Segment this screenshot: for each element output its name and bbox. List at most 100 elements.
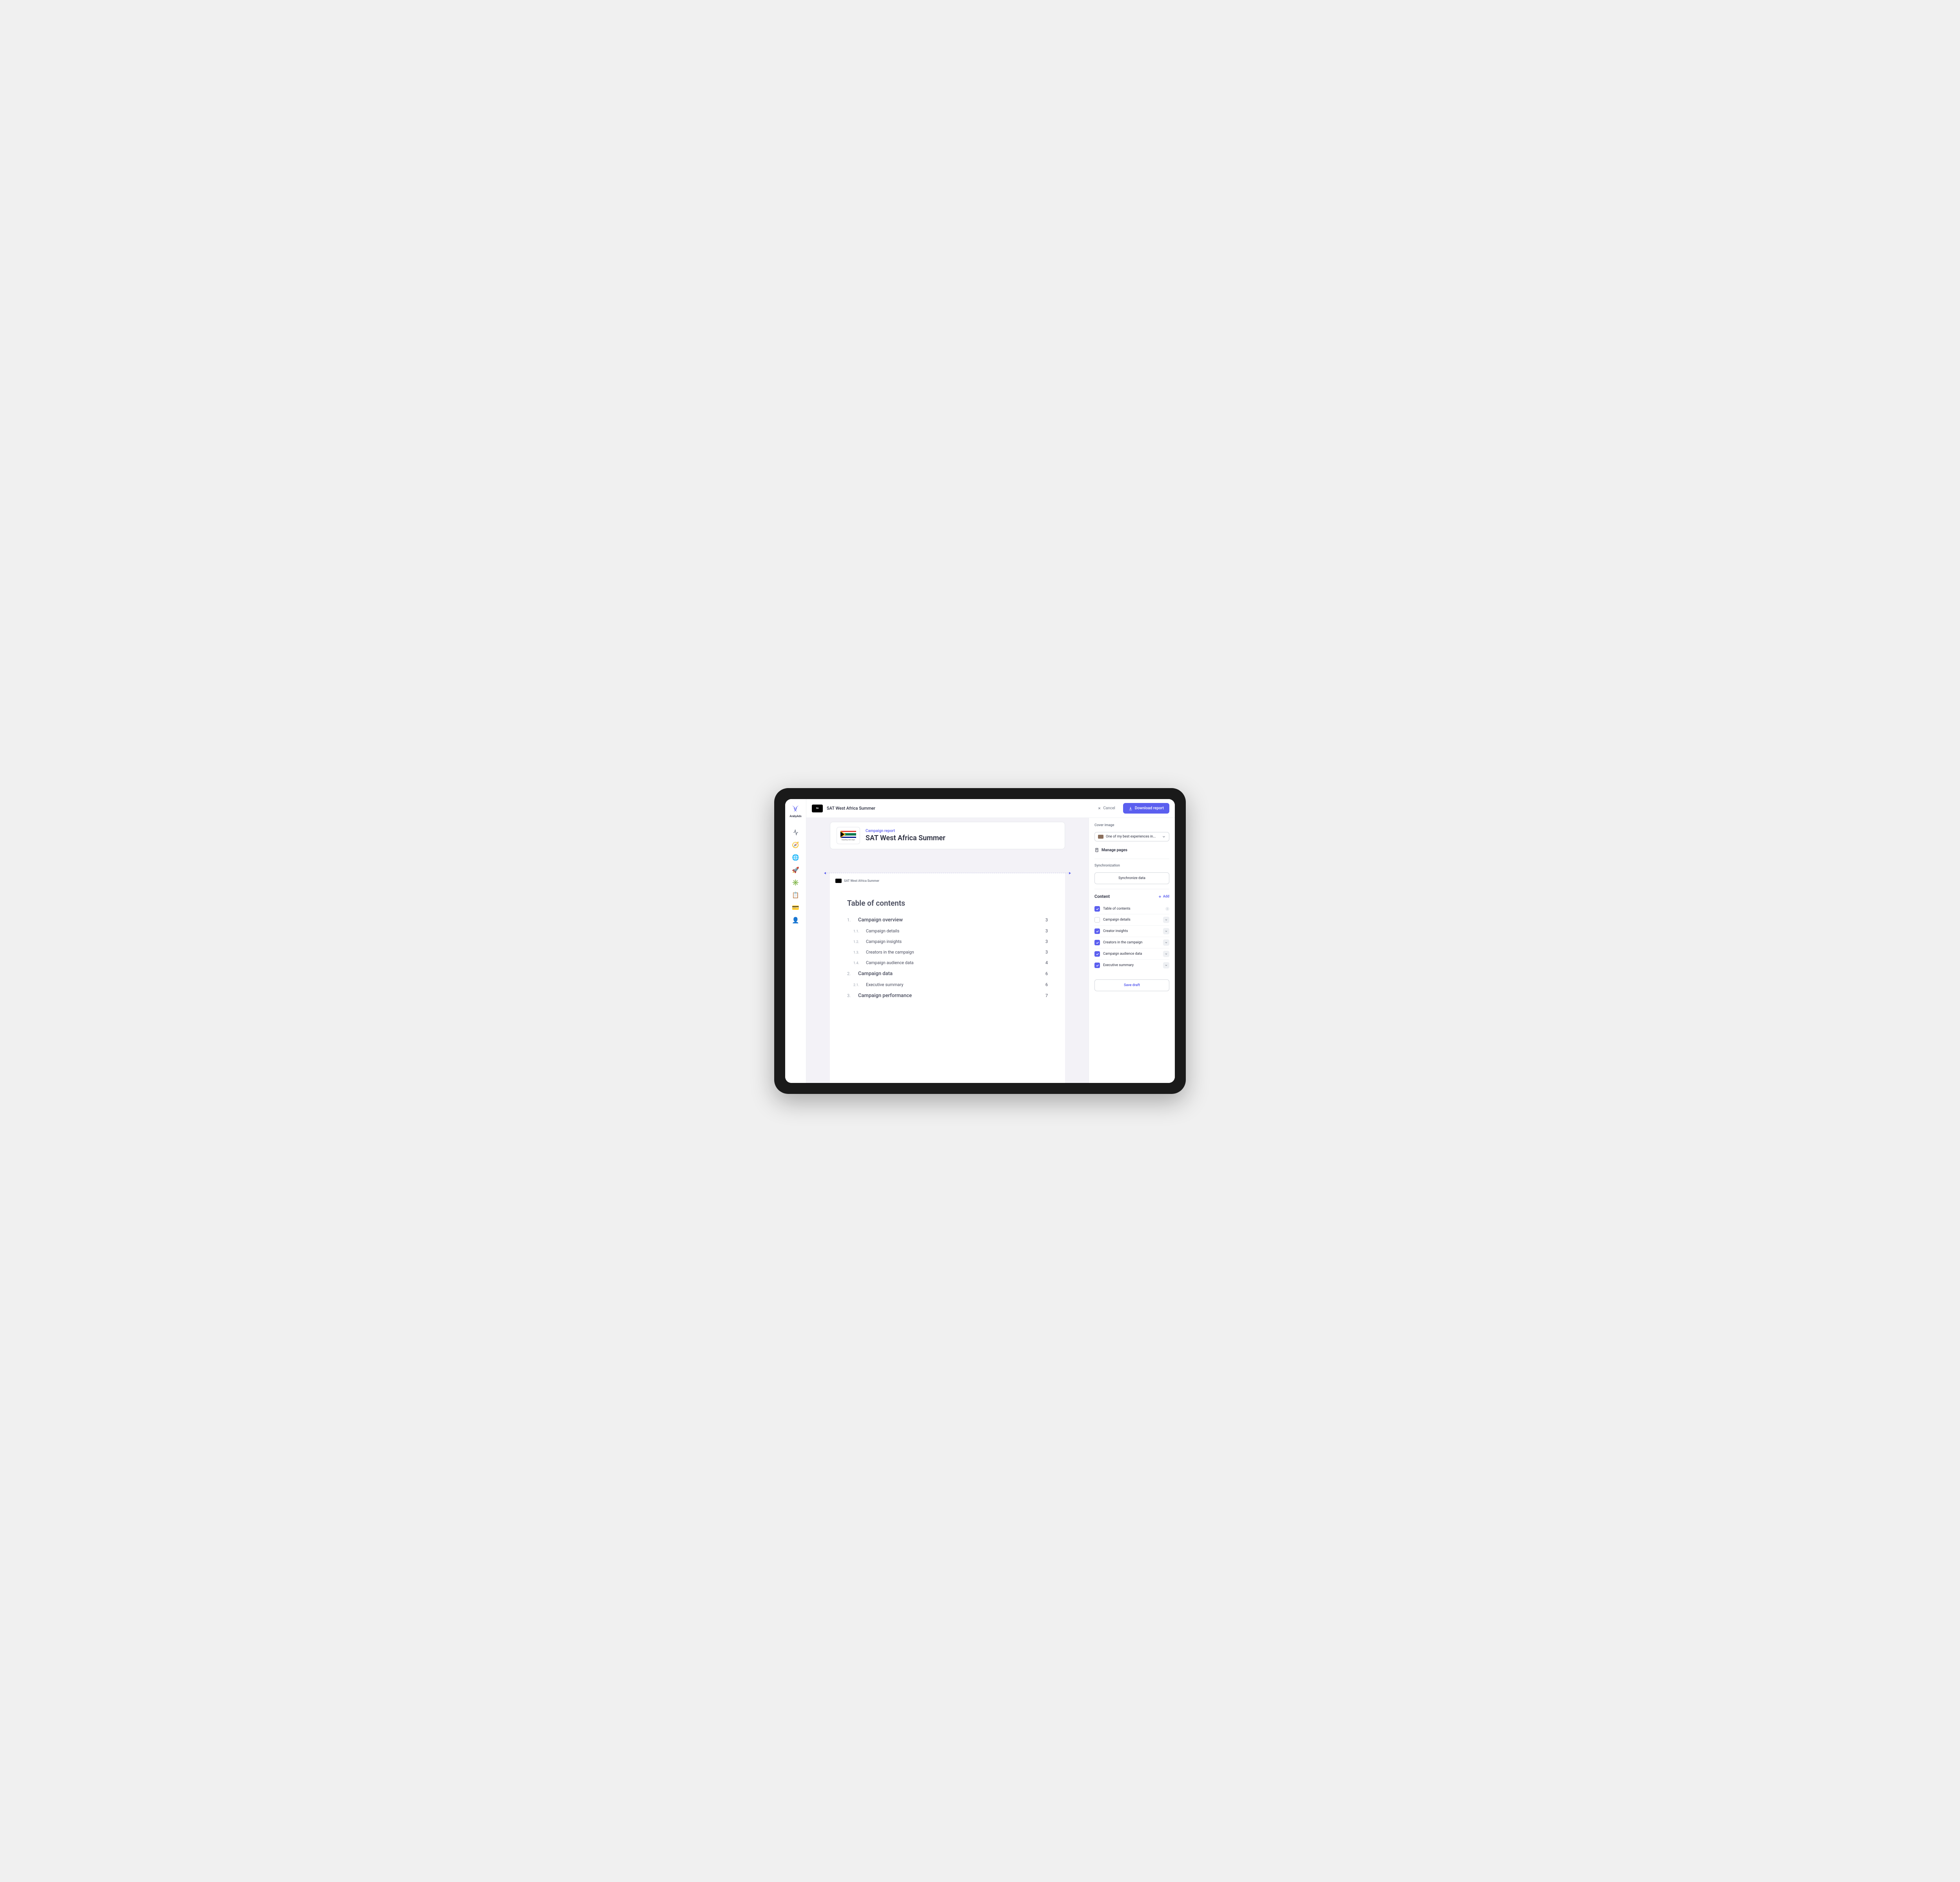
page-preview: SAT West Africa Summer Table of contents…	[830, 873, 1065, 1083]
expand-button[interactable]	[1163, 917, 1169, 923]
toc-number: 2.1.	[853, 983, 862, 987]
toc-page: 7	[1045, 993, 1048, 998]
tablet-screen: ArabyAds 🧭 🌐 🚀 ✳️ 📋 💳 👤 SA SAT West Afri…	[785, 799, 1175, 1083]
campaign-badge: Inspiring new ways	[837, 827, 860, 844]
toc-page: 6	[1045, 982, 1048, 987]
content-item-label: Executive summary	[1103, 963, 1160, 967]
cover-thumb	[1098, 835, 1103, 839]
header-campaign-thumb: SA	[812, 805, 823, 812]
content-item-label: Creator insights	[1103, 929, 1160, 933]
toc-number: 2.	[847, 971, 854, 976]
toc-number: 1.3.	[853, 951, 862, 955]
content-section-header: Content Add	[1094, 894, 1169, 899]
brand-name: ArabyAds	[789, 815, 801, 818]
toc-row[interactable]: 1.Campaign overview3	[847, 917, 1048, 923]
expand-button[interactable]	[1163, 962, 1169, 968]
toc-row[interactable]: 1.2. Campaign insights3	[847, 939, 1048, 944]
nav-compass-icon[interactable]: 🧭	[792, 841, 799, 848]
cover-image-label: Cover image	[1094, 823, 1169, 827]
toc-label: Creators in the campaign	[866, 950, 1042, 955]
toc-row[interactable]: 2.1.Executive summary6	[847, 982, 1048, 987]
content-item-label: Campaign details	[1103, 918, 1160, 922]
add-content-button[interactable]: Add	[1158, 895, 1169, 899]
plus-icon	[1158, 895, 1162, 899]
toc-number: 1.2.	[853, 940, 862, 944]
expand-button[interactable]	[1163, 951, 1169, 957]
download-report-button[interactable]: Download report	[1123, 803, 1169, 814]
nav-card-icon[interactable]: 💳	[792, 904, 799, 911]
page-tag-thumb	[835, 879, 842, 883]
nav-icons: 🧭 🌐 🚀 ✳️ 📋 💳 👤	[792, 829, 799, 924]
content-item-label: Table of contents	[1103, 907, 1162, 911]
logo-icon	[791, 804, 800, 813]
info-icon[interactable]: i	[1165, 907, 1169, 911]
tablet-device-frame: ArabyAds 🧭 🌐 🚀 ✳️ 📋 💳 👤 SA SAT West Afri…	[774, 788, 1186, 1094]
content-item: Campaign details	[1094, 914, 1169, 926]
toc-row[interactable]: 1.1. Campaign details3	[847, 928, 1048, 934]
content-title: Content	[1094, 894, 1110, 899]
page-tag-text: SAT West Africa Summer	[844, 879, 879, 883]
campaign-type-label: Campaign report	[866, 829, 946, 833]
checkbox[interactable]	[1094, 917, 1100, 923]
nav-globe-icon[interactable]: 🌐	[792, 854, 799, 861]
toc-label: Campaign audience data	[866, 960, 1042, 965]
nav-rocket-icon[interactable]: 🚀	[792, 867, 799, 874]
cover-select-value: One of my best experiences in...	[1106, 835, 1160, 839]
toc-row[interactable]: 3. Campaign performance7	[847, 993, 1048, 999]
toc-number: 1.4.	[853, 961, 862, 965]
toc-number: 1.1.	[853, 930, 862, 934]
checkbox[interactable]	[1094, 951, 1100, 957]
manage-pages-button[interactable]: Manage pages	[1094, 846, 1169, 854]
content-item-label: Campaign audience data	[1103, 952, 1160, 956]
expand-button[interactable]	[1163, 928, 1169, 934]
brand-logo[interactable]: ArabyAds	[789, 804, 801, 818]
toc-label: Campaign performance	[858, 993, 1042, 999]
content-row: Inspiring new ways Campaign report SAT W…	[806, 818, 1175, 1083]
toc-row[interactable]: 1.4. Campaign audience data4	[847, 960, 1048, 965]
nav-clipboard-icon[interactable]: 📋	[792, 892, 799, 899]
toc-number: 1.	[847, 917, 854, 923]
checkbox[interactable]	[1094, 906, 1100, 912]
sidebar: ArabyAds 🧭 🌐 🚀 ✳️ 📋 💳 👤	[785, 799, 806, 1083]
checkbox[interactable]	[1094, 940, 1100, 945]
campaign-meta: Campaign report SAT West Africa Summer	[866, 829, 946, 842]
toc-label: Campaign data	[858, 971, 1042, 977]
content-item: Creator insights	[1094, 926, 1169, 937]
toc-row[interactable]: 1.3.Creators in the campaign3	[847, 950, 1048, 955]
expand-button[interactable]	[1163, 939, 1169, 946]
nav-activity-icon[interactable]	[792, 829, 799, 836]
nav-sparkle-icon[interactable]: ✳️	[792, 879, 799, 886]
synchronize-button[interactable]: Synchronize data	[1094, 872, 1169, 884]
content-item: Campaign audience data	[1094, 948, 1169, 960]
toc-label: Campaign details	[866, 928, 1042, 934]
toc-row[interactable]: 2. Campaign data6	[847, 971, 1048, 977]
nav-user-icon[interactable]: 👤	[792, 917, 799, 924]
checkbox[interactable]	[1094, 928, 1100, 934]
toc-page: 3	[1045, 939, 1048, 944]
toc-label: Campaign insights	[866, 939, 1042, 944]
cover-image-select[interactable]: One of my best experiences in...	[1094, 832, 1169, 841]
cancel-label: Cancel	[1103, 806, 1115, 810]
header-title: SAT West Africa Summer	[827, 806, 1090, 811]
toc-page: 3	[1045, 928, 1048, 934]
toc-page: 4	[1045, 960, 1048, 965]
content-item: Creators in the campaign	[1094, 937, 1169, 948]
toc-page: 6	[1045, 971, 1048, 976]
main-area: SA SAT West Africa Summer Cancel Downloa…	[806, 799, 1175, 1083]
checkbox[interactable]	[1094, 963, 1100, 968]
save-draft-button[interactable]: Save draft	[1094, 979, 1169, 991]
campaign-header-card: Inspiring new ways Campaign report SAT W…	[830, 822, 1065, 849]
sync-label: Synchronization	[1094, 864, 1169, 868]
pages-icon	[1094, 848, 1099, 852]
content-item-label: Creators in the campaign	[1103, 941, 1160, 945]
add-label: Add	[1163, 895, 1169, 899]
chevron-down-icon	[1162, 835, 1166, 839]
campaign-title: SAT West Africa Summer	[866, 834, 946, 842]
toc-page: 3	[1045, 917, 1048, 923]
content-item: Table of contentsi	[1094, 904, 1169, 914]
editor-column: Inspiring new ways Campaign report SAT W…	[806, 818, 1089, 1083]
toc-rows: 1.Campaign overview3 1.1. Campaign details…	[847, 917, 1048, 999]
cancel-button[interactable]: Cancel	[1094, 804, 1119, 813]
toc-number: 3.	[847, 993, 854, 998]
manage-pages-label: Manage pages	[1102, 848, 1127, 852]
